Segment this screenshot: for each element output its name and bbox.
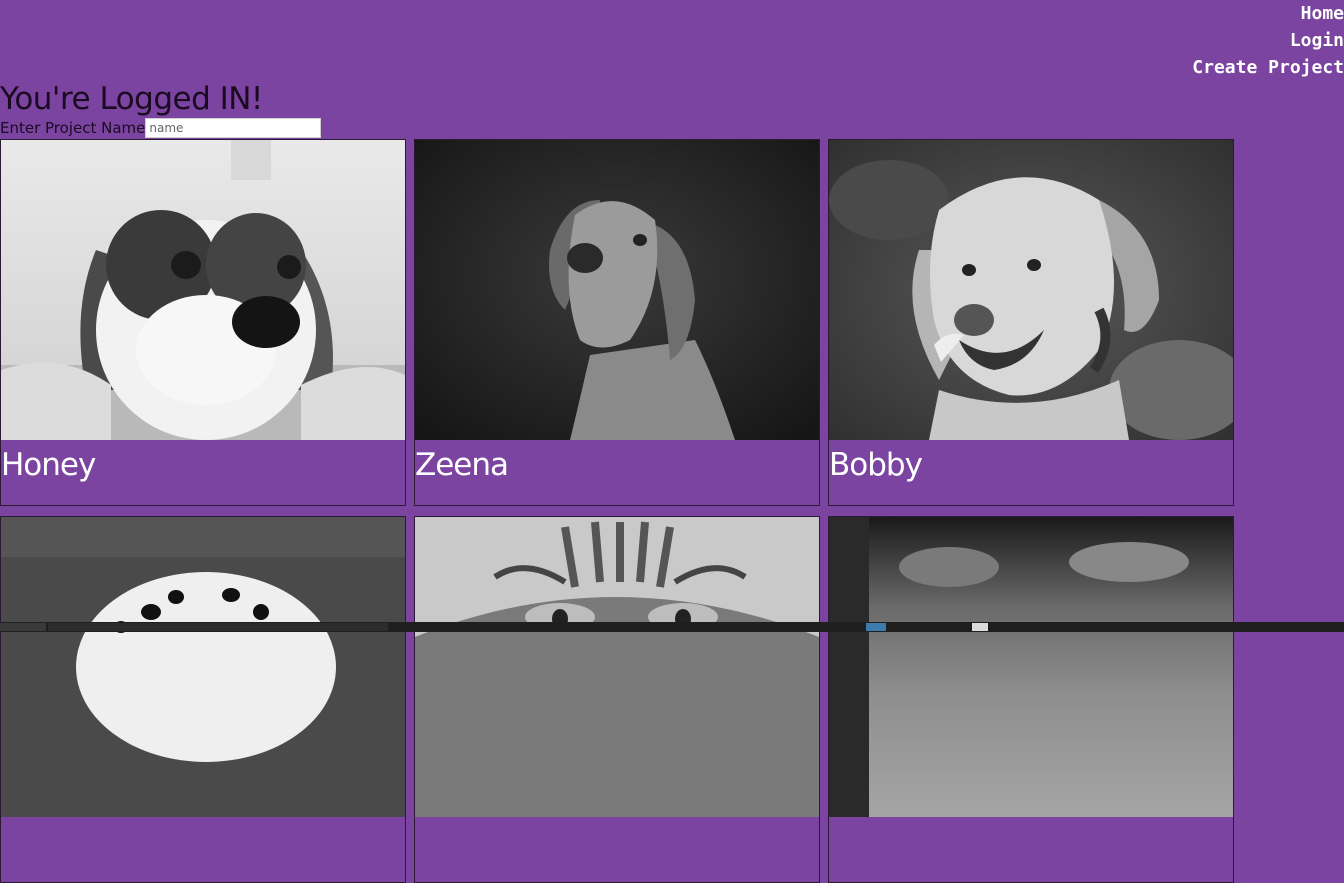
taskbar-app-icon[interactable] — [866, 623, 886, 631]
nav-home-link[interactable]: Home — [1192, 0, 1344, 27]
pet-card-zeena[interactable]: Zeena — [414, 139, 820, 506]
pet-photo-4 — [1, 517, 405, 817]
pet-photo-bobby — [829, 140, 1233, 440]
nav-login-link[interactable]: Login — [1192, 27, 1344, 54]
pet-photo-zeena — [415, 140, 819, 440]
project-name-label: Enter Project Name — [0, 119, 146, 137]
top-nav: Home Login Create Project — [1192, 0, 1344, 81]
pet-photo-6 — [829, 517, 1233, 817]
taskbar-search[interactable] — [48, 623, 388, 631]
taskbar-tray-icon[interactable] — [972, 623, 988, 631]
pet-name-zeena: Zeena — [415, 447, 509, 483]
project-name-input[interactable] — [145, 118, 322, 138]
pet-card-bobby[interactable]: Bobby — [828, 139, 1234, 506]
pet-card-4[interactable] — [0, 516, 406, 883]
pet-name-honey: Honey — [1, 447, 96, 483]
pet-photo-honey — [1, 140, 405, 440]
nav-create-project-link[interactable]: Create Project — [1192, 54, 1344, 81]
pet-card-6[interactable] — [828, 516, 1234, 883]
pet-card-5[interactable] — [414, 516, 820, 883]
os-taskbar — [0, 622, 1344, 632]
taskbar-start[interactable] — [0, 623, 46, 631]
pet-photo-5 — [415, 517, 819, 817]
project-name-form: Enter Project Name — [0, 118, 322, 138]
pet-card-honey[interactable]: Honey — [0, 139, 406, 506]
pet-name-bobby: Bobby — [829, 447, 923, 483]
page-title: You're Logged IN! — [0, 81, 263, 117]
